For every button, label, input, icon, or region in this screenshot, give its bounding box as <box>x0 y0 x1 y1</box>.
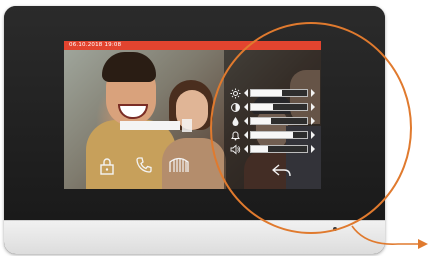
microphone-dot <box>333 227 337 231</box>
color-setting <box>230 116 318 127</box>
camera-feed-person <box>102 52 156 82</box>
contrast-icon <box>230 102 241 113</box>
slider-fill <box>251 132 293 138</box>
contrast-slider[interactable] <box>250 103 308 111</box>
camera-feed-person <box>176 90 208 130</box>
increase-arrow[interactable] <box>311 103 315 111</box>
decrease-arrow[interactable] <box>244 145 248 153</box>
color-slider[interactable] <box>250 117 308 125</box>
decrease-arrow[interactable] <box>244 131 248 139</box>
brightness-icon <box>230 88 241 99</box>
slider-fill <box>251 104 274 110</box>
color-icon <box>230 116 241 127</box>
increase-arrow[interactable] <box>311 145 315 153</box>
increase-arrow[interactable] <box>311 131 315 139</box>
speaker-icon <box>230 144 241 155</box>
screen-overlay-bar <box>120 121 180 130</box>
decrease-arrow[interactable] <box>244 103 248 111</box>
decrease-arrow[interactable] <box>244 117 248 125</box>
slider-fill <box>251 146 268 152</box>
screen-overlay-bar <box>182 119 192 132</box>
monitor-screen: 06.10.2018 19:08 <box>64 41 321 189</box>
back-icon <box>271 163 293 179</box>
talk-volume-slider[interactable] <box>250 145 308 153</box>
call-button[interactable] <box>134 155 154 175</box>
ring-volume-slider[interactable] <box>250 131 308 139</box>
slider-fill <box>251 118 271 124</box>
talk-volume-setting <box>230 144 318 155</box>
brightness-setting <box>230 88 318 99</box>
phone-icon <box>134 155 154 175</box>
brightness-slider[interactable] <box>250 89 308 97</box>
contrast-setting <box>230 102 318 113</box>
gate-icon <box>168 154 190 174</box>
gate-button[interactable] <box>168 154 190 174</box>
unlock-button[interactable] <box>98 157 116 175</box>
datetime-label: 06.10.2018 19:08 <box>69 42 122 48</box>
slider-fill <box>251 90 282 96</box>
lock-icon <box>98 157 116 175</box>
bell-icon <box>230 130 241 141</box>
increase-arrow[interactable] <box>311 89 315 97</box>
ring-volume-setting <box>230 130 318 141</box>
status-bar: 06.10.2018 19:08 <box>64 41 321 50</box>
back-button[interactable] <box>271 163 293 179</box>
increase-arrow[interactable] <box>311 117 315 125</box>
arrowhead-icon <box>418 239 428 249</box>
monitor-bottom-panel <box>4 220 385 254</box>
decrease-arrow[interactable] <box>244 89 248 97</box>
